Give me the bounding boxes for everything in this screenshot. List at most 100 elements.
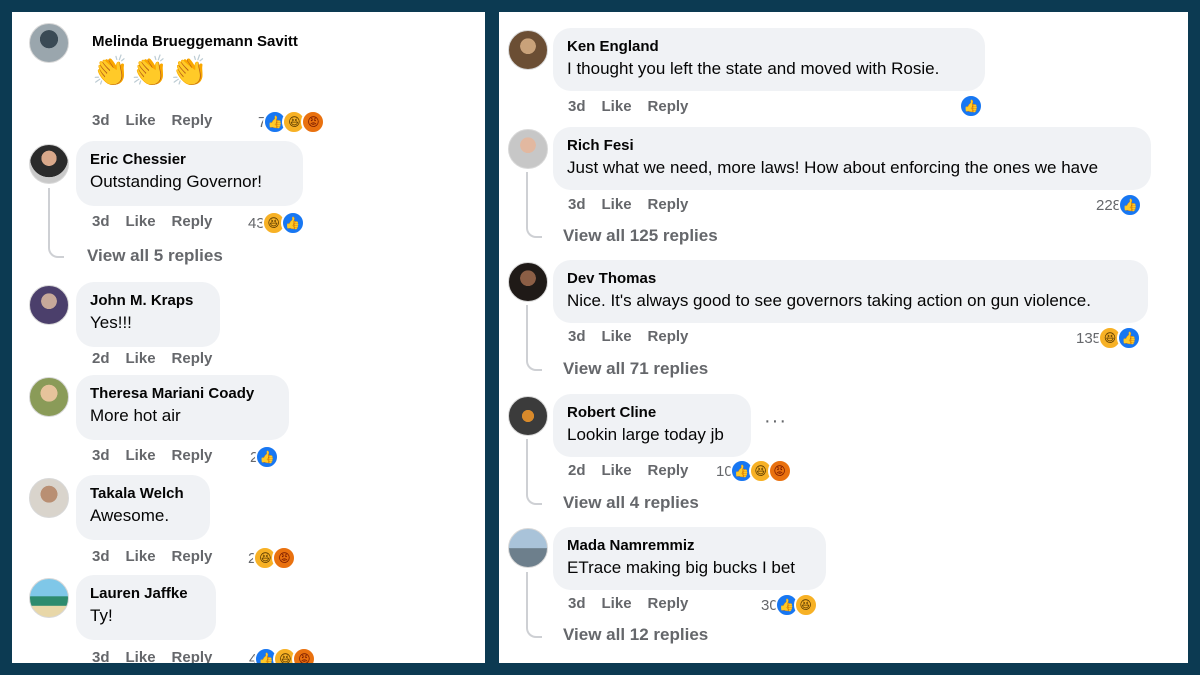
avatar[interactable]: [508, 129, 548, 169]
reply-button[interactable]: Reply: [648, 328, 689, 345]
reply-button[interactable]: Reply: [172, 447, 213, 464]
reaction-summary[interactable]: 228 👍: [1096, 193, 1143, 217]
commenter-name[interactable]: Robert Cline: [567, 403, 737, 422]
view-replies-link[interactable]: View all 4 replies: [563, 493, 699, 513]
comment-bubble: Eric Chessier Outstanding Governor!: [76, 141, 303, 206]
avatar[interactable]: [508, 396, 548, 436]
like-button[interactable]: Like: [126, 350, 156, 367]
reply-button[interactable]: Reply: [172, 350, 213, 367]
commenter-name[interactable]: Rich Fesi: [567, 136, 1137, 155]
like-button[interactable]: Like: [126, 213, 156, 230]
reply-button[interactable]: Reply: [172, 112, 213, 129]
avatar[interactable]: [29, 578, 69, 618]
reaction-summary[interactable]: 2 👍: [250, 445, 280, 469]
timestamp: 3d: [568, 196, 586, 213]
reply-button[interactable]: Reply: [172, 213, 213, 230]
comment-text: Outstanding Governor!: [90, 172, 262, 191]
thread-line: [526, 305, 542, 371]
commenter-name[interactable]: Takala Welch: [90, 484, 196, 503]
avatar[interactable]: [29, 377, 69, 417]
timestamp: 2d: [568, 462, 586, 479]
comment-actions: 3d Like Reply: [92, 447, 212, 464]
angry-icon: 😡: [272, 546, 297, 570]
commenter-name[interactable]: Ken England: [567, 37, 971, 56]
reply-button[interactable]: Reply: [172, 649, 213, 663]
like-button[interactable]: Like: [602, 462, 632, 479]
reply-button[interactable]: Reply: [648, 98, 689, 115]
avatar[interactable]: [29, 23, 69, 63]
like-button[interactable]: Like: [126, 548, 156, 565]
like-button[interactable]: Like: [126, 649, 156, 663]
comment-text: Lookin large today jb: [567, 425, 724, 444]
comment-text: Yes!!!: [90, 313, 132, 332]
thread-line: [526, 439, 542, 505]
avatar[interactable]: [29, 285, 69, 325]
view-replies-link[interactable]: View all 125 replies: [563, 226, 718, 246]
reply-button[interactable]: Reply: [648, 196, 689, 213]
like-icon: 👍: [280, 211, 305, 235]
commenter-name[interactable]: Melinda Brueggemann Savitt: [92, 32, 298, 51]
commenter-name[interactable]: Dev Thomas: [567, 269, 1134, 288]
avatar[interactable]: [29, 144, 69, 184]
like-icon: 👍: [1117, 326, 1142, 350]
reaction-summary[interactable]: 2 😆 😡: [248, 546, 297, 570]
comment-text: Ty!: [90, 606, 113, 625]
avatar[interactable]: [508, 30, 548, 70]
reaction-summary[interactable]: 👍: [959, 94, 983, 118]
angry-icon: 😡: [301, 110, 326, 134]
timestamp: 3d: [92, 447, 110, 464]
like-button[interactable]: Like: [126, 112, 156, 129]
view-replies-link[interactable]: View all 71 replies: [563, 359, 708, 379]
comment-bubble: Theresa Mariani Coady More hot air: [76, 375, 289, 440]
like-button[interactable]: Like: [602, 595, 632, 612]
commenter-name[interactable]: John M. Kraps: [90, 291, 206, 310]
comments-panel-right: Ken England I thought you left the state…: [499, 12, 1188, 663]
commenter-name[interactable]: Eric Chessier: [90, 150, 289, 169]
reply-button[interactable]: Reply: [648, 595, 689, 612]
comment-bubble: Robert Cline Lookin large today jb: [553, 394, 751, 457]
comment-actions: 3d Like Reply: [92, 548, 212, 565]
clapping-hands-emoji: 👏👏👏: [92, 55, 211, 88]
reaction-summary[interactable]: 10 👍 😆 😡: [716, 459, 792, 483]
like-button[interactable]: Like: [602, 98, 632, 115]
avatar[interactable]: [508, 528, 548, 568]
timestamp: 3d: [92, 112, 110, 129]
reaction-summary[interactable]: 7 👍 😆 😡: [258, 110, 326, 134]
comment-actions: 3d Like Reply: [568, 196, 688, 213]
timestamp: 3d: [92, 548, 110, 565]
like-button[interactable]: Like: [126, 447, 156, 464]
timestamp: 3d: [568, 328, 586, 345]
comment-actions: 3d Like Reply: [568, 98, 688, 115]
like-button[interactable]: Like: [602, 328, 632, 345]
commenter-name[interactable]: Lauren Jaffke: [90, 584, 202, 603]
reaction-summary[interactable]: 43 😆 👍: [248, 211, 305, 235]
avatar[interactable]: [29, 478, 69, 518]
comment-actions: 3d Like Reply: [92, 649, 212, 663]
reply-button[interactable]: Reply: [648, 462, 689, 479]
commenter-name[interactable]: Mada Namremmiz: [567, 536, 812, 555]
like-icon: 👍: [959, 94, 983, 118]
timestamp: 3d: [92, 213, 110, 230]
reaction-summary[interactable]: 135 😆 👍: [1076, 326, 1142, 350]
angry-icon: 😡: [292, 647, 317, 663]
view-replies-link[interactable]: View all 5 replies: [87, 246, 223, 266]
reaction-summary[interactable]: 30 👍 😆: [761, 593, 818, 617]
thread-line: [526, 572, 542, 638]
timestamp: 3d: [568, 98, 586, 115]
comment-bubble: Rich Fesi Just what we need, more laws! …: [553, 127, 1151, 190]
view-replies-link[interactable]: View all 12 replies: [563, 625, 708, 645]
like-icon: 👍: [255, 445, 280, 469]
comment-text: Just what we need, more laws! How about …: [567, 158, 1099, 177]
timestamp: 3d: [92, 649, 110, 663]
comment-bubble: John M. Kraps Yes!!!: [76, 282, 220, 347]
more-options-icon[interactable]: ···: [764, 410, 787, 433]
comment-bubble: Dev Thomas Nice. It's always good to see…: [553, 260, 1148, 323]
like-button[interactable]: Like: [602, 196, 632, 213]
commenter-name[interactable]: Theresa Mariani Coady: [90, 384, 275, 403]
comment-text: More hot air: [90, 406, 181, 425]
reaction-summary[interactable]: 4 👍 😆 😡: [249, 647, 317, 663]
comment-bubble: Mada Namremmiz ETrace making big bucks I…: [553, 527, 826, 590]
reply-button[interactable]: Reply: [172, 548, 213, 565]
timestamp: 2d: [92, 350, 110, 367]
avatar[interactable]: [508, 262, 548, 302]
